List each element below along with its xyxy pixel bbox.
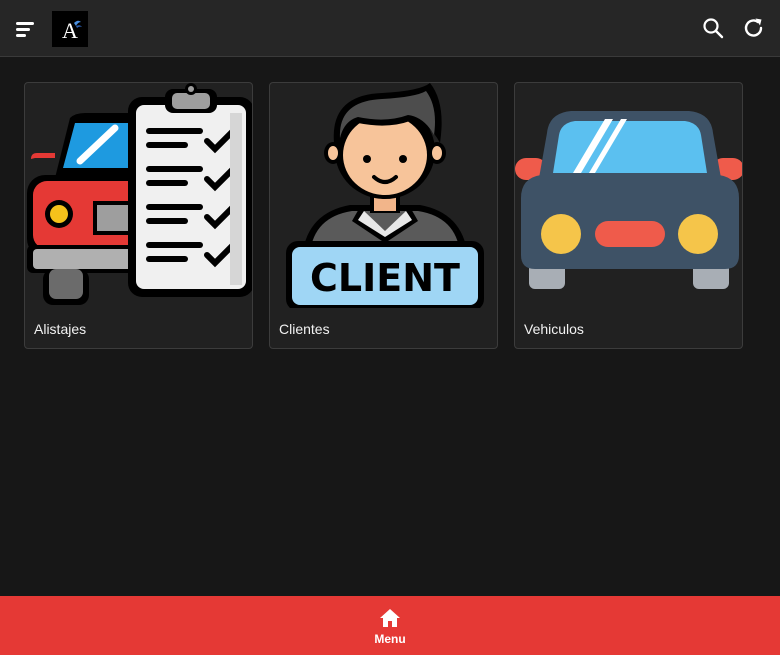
refresh-button[interactable] [742, 16, 766, 40]
refresh-icon [744, 18, 763, 37]
module-label: Alistajes [34, 321, 87, 337]
app-logo[interactable]: A [52, 11, 88, 47]
menu-icon [16, 22, 34, 25]
car-front-icon [515, 111, 742, 289]
client-sign-text: CLIENT [310, 256, 460, 300]
car-checklist-icon [27, 83, 252, 305]
home-icon [380, 609, 400, 627]
top-app-bar: A [0, 0, 780, 57]
menu-nav-button[interactable]: Menu [360, 608, 420, 648]
logo-icon: A [62, 18, 82, 43]
search-icon [703, 18, 724, 39]
module-label: Vehiculos [524, 321, 584, 337]
module-label: Clientes [279, 321, 330, 337]
menu-button[interactable] [14, 18, 38, 40]
bottom-navigation: Menu [0, 596, 780, 655]
menu-icon [16, 28, 30, 31]
module-card-vehiculos[interactable]: Vehiculos [514, 82, 743, 349]
module-card-clientes[interactable]: CLIENT Clientes [269, 82, 498, 349]
menu-icon [16, 34, 26, 37]
module-card-alistajes[interactable]: Alistajes [24, 82, 253, 349]
search-button[interactable] [701, 16, 725, 40]
client-icon: CLIENT [286, 83, 484, 308]
menu-nav-label: Menu [374, 632, 406, 646]
